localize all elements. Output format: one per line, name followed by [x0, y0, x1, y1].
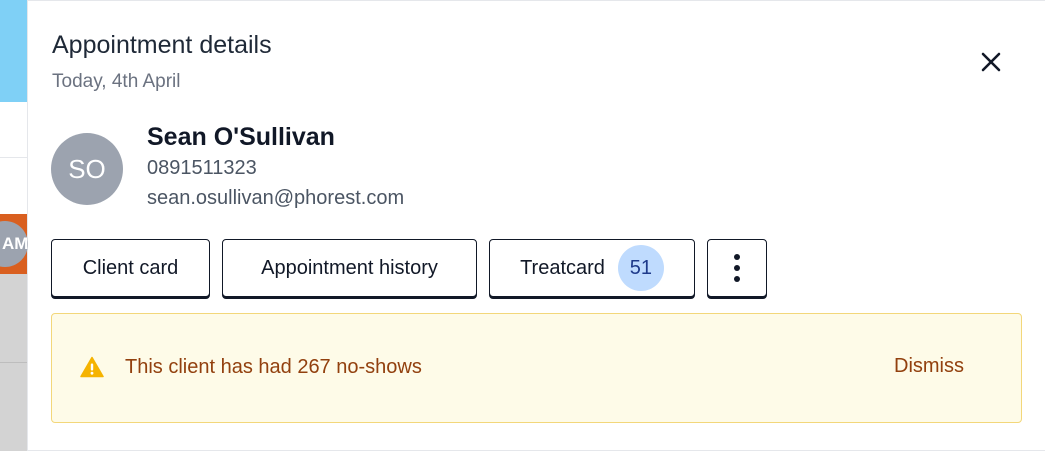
more-options-button[interactable] — [707, 239, 767, 297]
appointment-history-label: Appointment history — [261, 256, 438, 279]
alert-message: This client has had 267 no-shows — [125, 356, 422, 378]
client-phone: 0891511323 — [147, 157, 257, 179]
client-avatar: SO — [51, 133, 123, 205]
appointment-history-button[interactable]: Appointment history — [222, 239, 477, 297]
appointment-screen: AM Appointment details Today, 4th April … — [0, 0, 1045, 451]
staff-avatar[interactable]: AM — [0, 221, 28, 267]
more-vertical-icon — [734, 254, 740, 282]
client-name: Sean O'Sullivan — [147, 123, 335, 151]
close-icon — [981, 52, 1001, 72]
close-button[interactable] — [974, 45, 1008, 79]
drawer-subtitle: Today, 4th April — [52, 71, 181, 92]
treatcard-button[interactable]: Treatcard 51 — [489, 239, 695, 297]
calendar-divider — [0, 362, 27, 363]
calendar-divider — [0, 157, 27, 158]
client-card-button[interactable]: Client card — [51, 239, 210, 297]
drawer-title: Appointment details — [52, 31, 272, 59]
treatcard-count-badge: 51 — [617, 245, 664, 291]
staff-avatar-initials: AM — [2, 234, 28, 253]
warning-icon — [80, 356, 104, 378]
calendar-appointment-block-blue[interactable] — [0, 0, 27, 102]
treatcard-label: Treatcard — [520, 256, 605, 279]
client-email: sean.osullivan@phorest.com — [147, 187, 405, 209]
calendar-background: AM — [0, 0, 28, 451]
no-show-alert: This client has had 267 no-shows Dismiss — [51, 313, 1022, 423]
appointment-details-drawer: Appointment details Today, 4th April SO … — [28, 0, 1045, 451]
dismiss-button[interactable]: Dismiss — [894, 355, 964, 378]
client-card-label: Client card — [82, 256, 179, 279]
